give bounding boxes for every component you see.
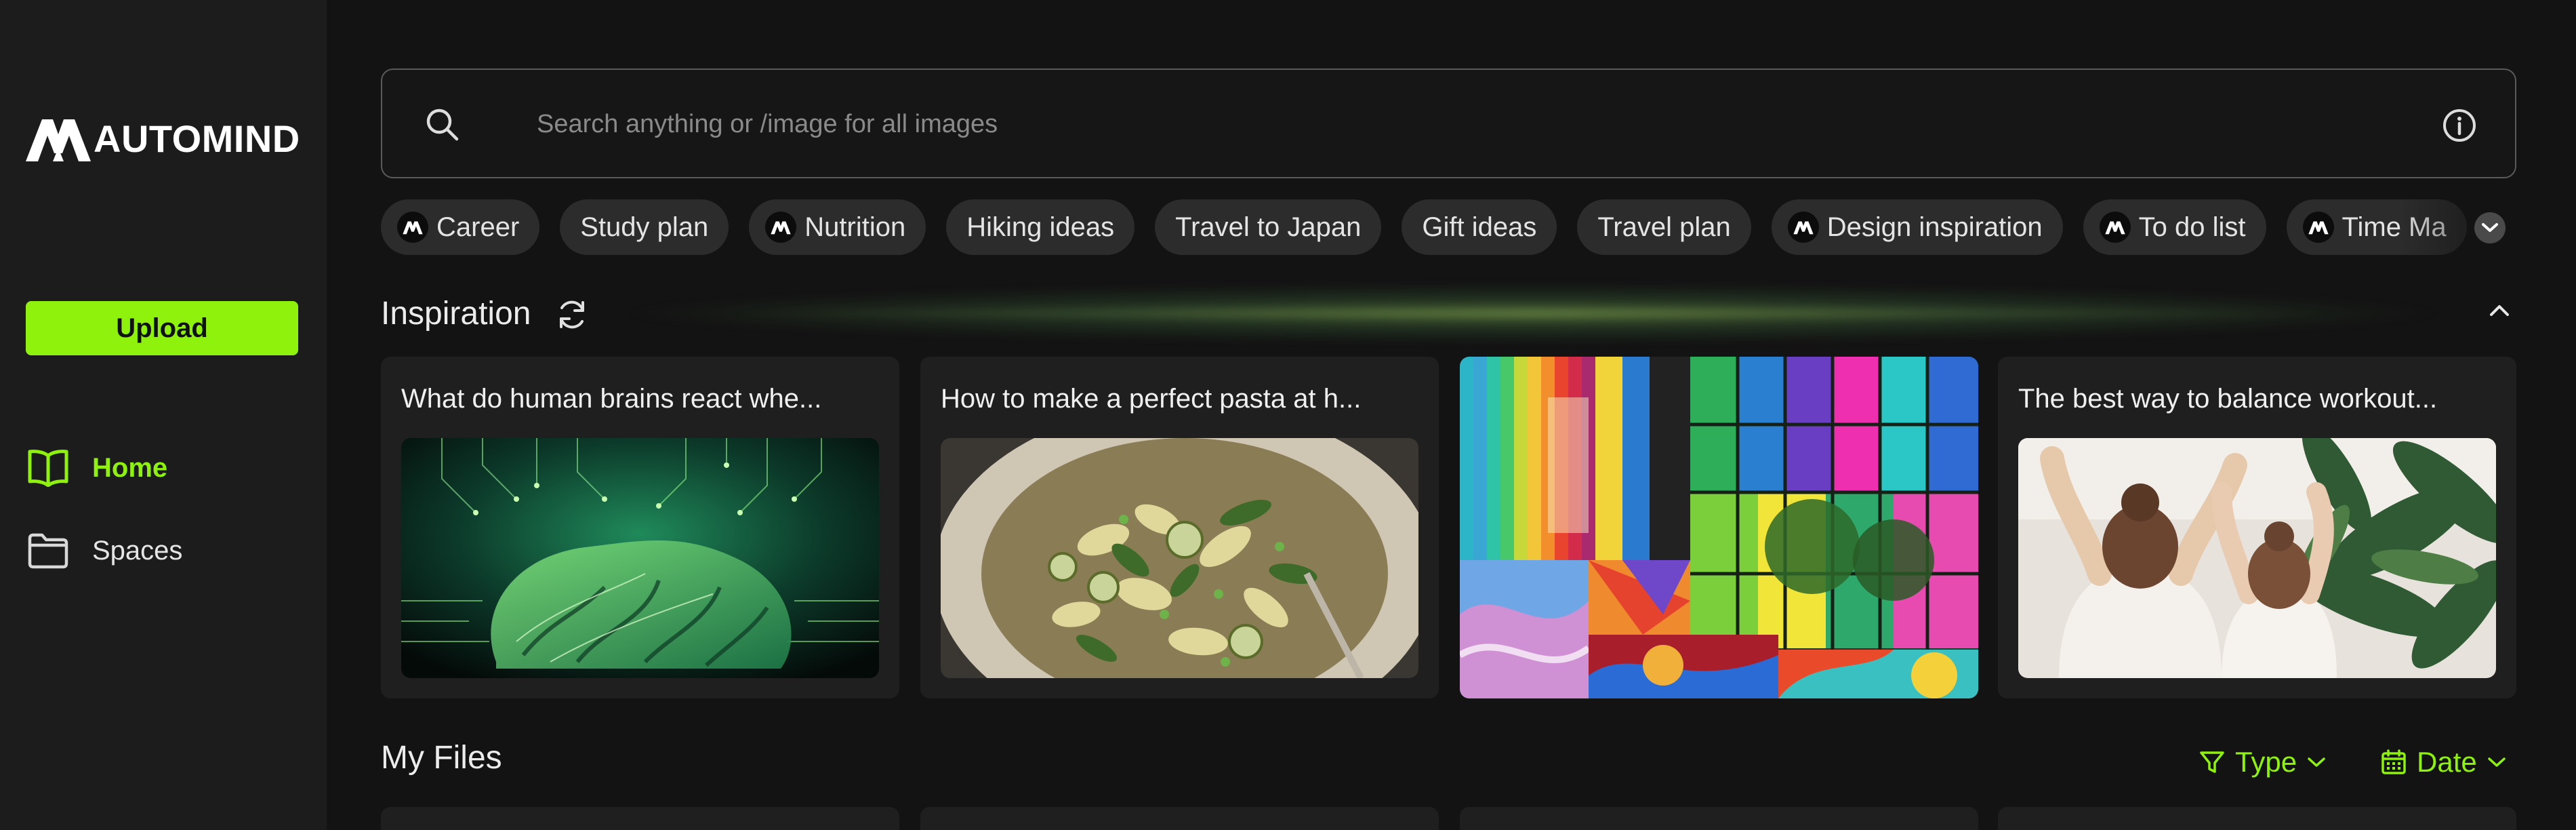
sidebar-item-label: Home bbox=[92, 452, 168, 483]
search-icon bbox=[426, 108, 459, 141]
automind-logo-icon bbox=[765, 212, 797, 243]
suggestion-chip[interactable]: Study plan bbox=[560, 199, 729, 255]
brand-logo[interactable]: AUTOMIND bbox=[26, 114, 300, 163]
filter-icon bbox=[2200, 751, 2224, 773]
sidebar-item-home[interactable]: Home bbox=[27, 441, 298, 495]
decorative-glow bbox=[611, 283, 2455, 343]
chip-label: Study plan bbox=[580, 212, 709, 242]
chip-label: Hiking ideas bbox=[966, 212, 1115, 242]
suggestion-chip[interactable]: Nutrition bbox=[749, 199, 926, 255]
chip-label: Design inspiration bbox=[1826, 212, 2043, 242]
card-title: What do human brains react whe... bbox=[401, 384, 822, 414]
my-files-title: My Files bbox=[381, 740, 502, 776]
chip-label: Travel plan bbox=[1597, 212, 1731, 242]
inspiration-card[interactable]: What do human brains react whe... bbox=[381, 357, 899, 698]
refresh-icon[interactable] bbox=[556, 298, 588, 331]
file-card[interactable] bbox=[1998, 807, 2516, 830]
chip-label: Nutrition bbox=[804, 212, 906, 242]
chips-track: Career Study plan Nutrition Hiking ideas Tra… bbox=[381, 199, 2516, 255]
chip-label: Time Ma bbox=[2342, 212, 2447, 242]
chip-label: To do list bbox=[2138, 212, 2246, 242]
suggestion-chip[interactable]: To do list bbox=[2083, 199, 2266, 255]
date-filter-label: Date bbox=[2417, 746, 2477, 778]
suggestion-chip[interactable]: Hiking ideas bbox=[946, 199, 1135, 255]
file-card[interactable] bbox=[381, 807, 899, 830]
pasta-dish-image bbox=[941, 438, 1418, 678]
book-open-icon bbox=[28, 450, 68, 487]
suggestion-chip[interactable]: Time Ma bbox=[2286, 199, 2467, 255]
search-input[interactable] bbox=[537, 97, 2367, 151]
chip-label: Gift ideas bbox=[1422, 212, 1537, 242]
inspiration-card[interactable] bbox=[1460, 357, 1978, 698]
search-bar bbox=[381, 68, 2516, 178]
automind-logo-icon bbox=[1787, 212, 1819, 243]
automind-logo-icon bbox=[2099, 212, 2131, 243]
app-window: AUTOMIND Upload Home Spaces Search anyth… bbox=[0, 0, 2576, 830]
sidebar-item-label: Spaces bbox=[92, 535, 183, 566]
suggestion-chip[interactable]: Gift ideas bbox=[1402, 199, 1557, 255]
type-filter-label: Type bbox=[2235, 746, 2297, 778]
inspiration-title: Inspiration bbox=[381, 296, 531, 332]
suggestion-chip[interactable]: Design inspiration bbox=[1771, 199, 2063, 255]
calendar-icon bbox=[2381, 749, 2406, 774]
brand-name: AUTOMIND bbox=[94, 117, 300, 160]
card-title: How to make a perfect pasta at h... bbox=[941, 384, 1362, 414]
type-filter-button[interactable]: Type bbox=[2199, 742, 2327, 783]
folder-icon bbox=[28, 533, 68, 569]
file-card[interactable] bbox=[1460, 807, 1978, 830]
main-content: Career Study plan Nutrition Hiking ideas Tra… bbox=[327, 0, 2576, 830]
sidebar-item-spaces[interactable]: Spaces bbox=[27, 523, 298, 578]
suggestion-chip[interactable]: Travel to Japan bbox=[1155, 199, 1382, 255]
colorful-collage-image bbox=[1460, 357, 1978, 698]
automind-logo-icon bbox=[26, 119, 91, 161]
chevron-up-icon[interactable] bbox=[2487, 302, 2512, 319]
chevron-down-icon bbox=[2308, 757, 2325, 767]
date-filter-button[interactable]: Date bbox=[2380, 742, 2507, 783]
automind-logo-icon bbox=[2302, 212, 2334, 243]
inspiration-card[interactable]: The best way to balance workout... bbox=[1998, 357, 2516, 698]
yoga-stretch-image bbox=[2018, 438, 2496, 678]
info-icon[interactable] bbox=[2442, 108, 2477, 143]
chevron-down-icon bbox=[2482, 223, 2498, 232]
chip-label: Career bbox=[436, 212, 520, 242]
suggestion-chip[interactable]: Travel plan bbox=[1577, 199, 1751, 255]
file-card[interactable] bbox=[920, 807, 1439, 830]
chip-label: Travel to Japan bbox=[1175, 212, 1362, 242]
automind-logo-icon bbox=[397, 212, 428, 243]
chips-expand-button[interactable] bbox=[2474, 212, 2506, 243]
upload-button[interactable]: Upload bbox=[26, 301, 298, 355]
suggestion-chip[interactable]: Career bbox=[381, 199, 540, 255]
card-title: The best way to balance workout... bbox=[2018, 384, 2438, 414]
suggestion-chips: Career Study plan Nutrition Hiking ideas Tra… bbox=[381, 199, 2516, 255]
circuit-brain-image bbox=[401, 438, 879, 678]
sidebar: AUTOMIND Upload Home Spaces bbox=[0, 0, 327, 830]
chevron-down-icon bbox=[2487, 757, 2506, 767]
inspiration-card[interactable]: How to make a perfect pasta at h... bbox=[920, 357, 1439, 698]
